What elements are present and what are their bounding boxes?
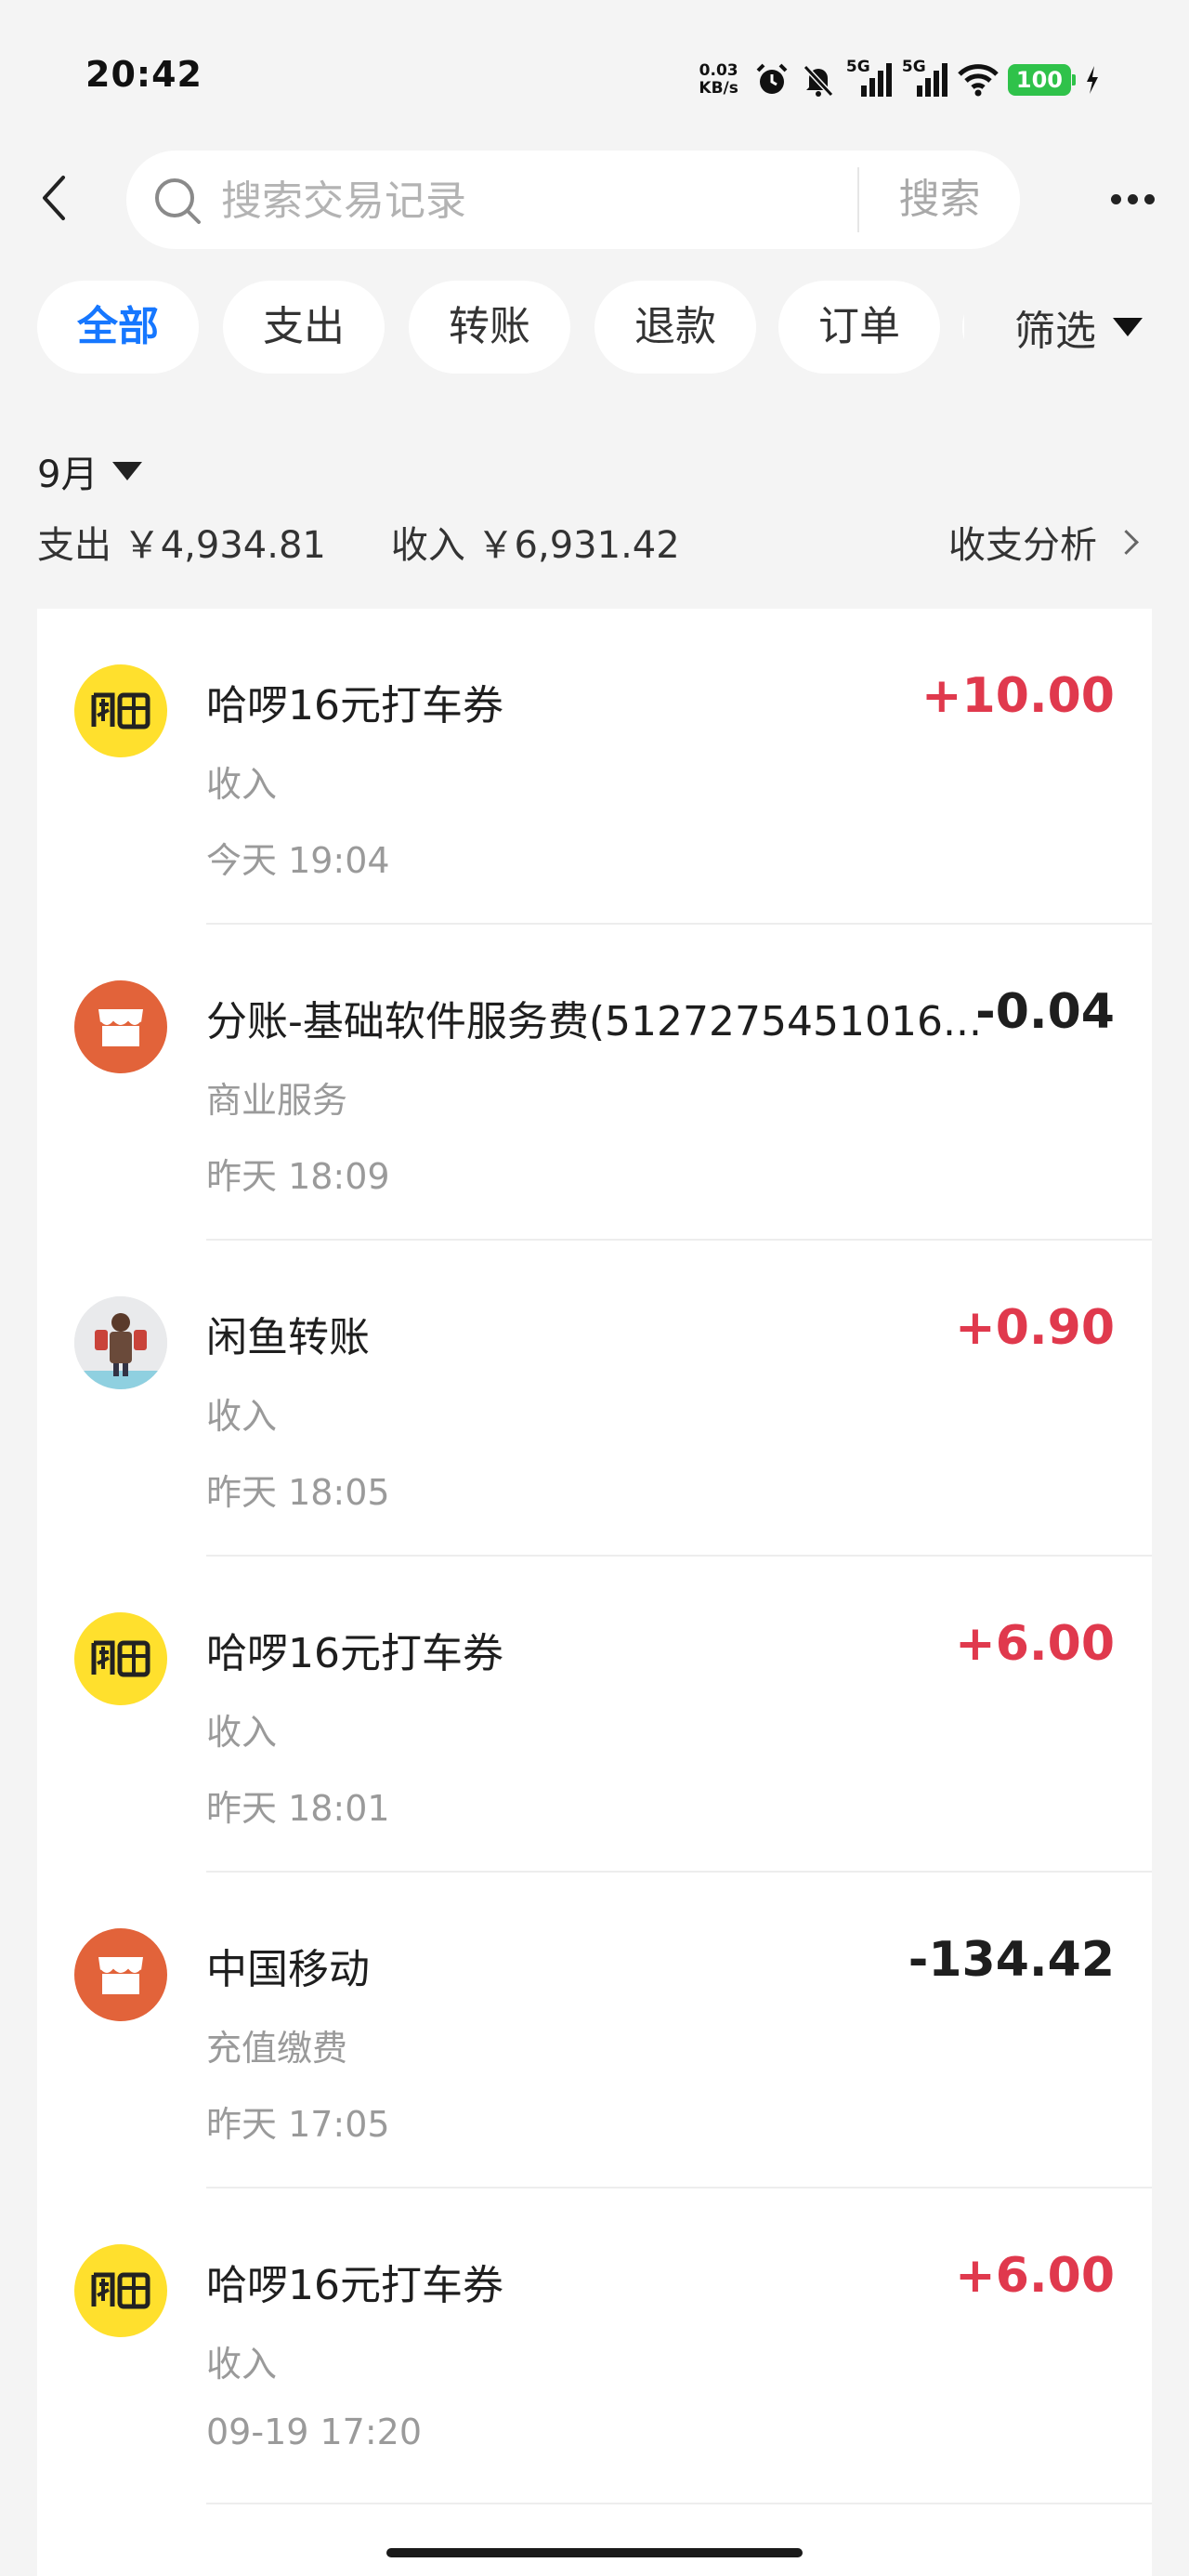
status-icons: 0.03 KB/s 5G 5G 100 xyxy=(699,58,1100,102)
transaction-title: 中国移动 xyxy=(206,1946,370,1993)
transaction-category: 收入 xyxy=(206,1396,278,1437)
more-icon xyxy=(1110,193,1121,204)
analysis-label: 收支分析 xyxy=(948,524,1097,567)
filter-tabs: 全部 支出 转账 退款 订单 筛选 xyxy=(0,281,1189,381)
signal-icon xyxy=(916,63,947,97)
tab-all[interactable]: 全部 xyxy=(37,281,199,374)
month-label: 9月 xyxy=(37,453,98,496)
xianyu-logo-icon xyxy=(74,1612,167,1705)
more-icon-dot xyxy=(1143,193,1155,204)
battery-icon: 100 xyxy=(1007,64,1076,96)
transaction-time: 昨天 18:09 xyxy=(206,1156,390,1197)
transaction-time: 昨天 18:01 xyxy=(206,1788,390,1829)
chevron-right-icon xyxy=(1114,529,1139,555)
signal-5g-1: 5G xyxy=(846,58,893,99)
transaction-category: 收入 xyxy=(206,1712,278,1753)
wifi-icon xyxy=(958,64,999,97)
status-time: 20:42 xyxy=(85,54,203,95)
xianyu-logo-icon xyxy=(74,2244,167,2337)
shop-icon xyxy=(74,1928,167,2021)
signal-5g-2: 5G xyxy=(902,58,948,99)
divider xyxy=(206,2503,1152,2504)
search-icon xyxy=(155,178,201,224)
transaction-amount: +6.00 xyxy=(955,2248,1115,2304)
status-bar: 20:42 0.03 KB/s 5G 5G 100 xyxy=(0,0,1189,139)
transaction-category: 充值缴费 xyxy=(206,2028,348,2069)
analysis-link[interactable]: 收支分析 xyxy=(948,515,1139,569)
network-speed-unit: KB/s xyxy=(699,79,738,98)
xianyu-logo-icon xyxy=(74,664,167,757)
transaction-time: 09-19 17:20 xyxy=(206,2412,423,2452)
transaction-list: 哈啰16元打车券 收入 今天 19:04 +10.00 分账-基础软件服务费(5… xyxy=(37,609,1152,2576)
battery-level: 100 xyxy=(1007,64,1071,96)
transaction-item[interactable]: 中国移动 充值缴费 昨天 17:05 -134.42 xyxy=(37,1873,1152,2188)
dropdown-triangle-icon xyxy=(1113,318,1143,336)
transaction-item[interactable]: 哈啰16元打车券 收入 昨天 18:01 +6.00 xyxy=(37,1557,1152,1873)
month-selector[interactable]: 9月 xyxy=(37,444,143,498)
signal-icon xyxy=(860,63,892,97)
network-speed: 0.03 KB/s xyxy=(699,62,738,98)
filter-button[interactable]: 筛选 xyxy=(966,281,1189,374)
transaction-title: 哈啰16元打车券 xyxy=(206,2262,503,2309)
home-indicator[interactable] xyxy=(386,2548,803,2557)
search-input[interactable] xyxy=(219,151,966,251)
transaction-title: 哈啰16元打车券 xyxy=(206,1630,503,1677)
transaction-amount: -134.42 xyxy=(908,1932,1115,1988)
tab-transfer[interactable]: 转账 xyxy=(409,281,570,374)
transaction-title: 分账-基础软件服务费(5127275451016... xyxy=(206,998,982,1045)
search-bar[interactable]: 搜索 xyxy=(126,151,1020,251)
transaction-time: 今天 19:04 xyxy=(206,840,390,881)
transaction-title: 闲鱼转账 xyxy=(206,1314,370,1361)
more-icon-dot xyxy=(1127,193,1138,204)
back-arrow-icon xyxy=(43,176,65,220)
transaction-item[interactable]: 分账-基础软件服务费(5127275451016... 商业服务 昨天 18:0… xyxy=(37,925,1152,1241)
filter-label: 筛选 xyxy=(1014,308,1096,355)
transaction-title: 哈啰16元打车券 xyxy=(206,682,503,729)
tab-expense[interactable]: 支出 xyxy=(223,281,385,374)
transaction-time: 昨天 17:05 xyxy=(206,2104,390,2145)
header: 搜索 xyxy=(0,149,1189,251)
dropdown-triangle-icon xyxy=(112,462,143,480)
expense-total: 支出 ￥4,934.81 xyxy=(37,524,326,567)
transaction-category: 商业服务 xyxy=(206,1080,348,1121)
charging-icon xyxy=(1087,66,1098,94)
transaction-amount: -0.04 xyxy=(975,984,1115,1040)
transaction-amount: +0.90 xyxy=(955,1300,1115,1356)
tab-order[interactable]: 订单 xyxy=(778,281,940,374)
tab-refund[interactable]: 退款 xyxy=(594,281,756,374)
income-total: 收入 ￥6,931.42 xyxy=(390,524,680,567)
search-button[interactable]: 搜索 xyxy=(859,151,1020,249)
transaction-item[interactable]: 哈啰16元打车券 收入 09-19 17:20 +6.00 xyxy=(37,2188,1152,2504)
month-totals: 支出 ￥4,934.81 收入 ￥6,931.42 xyxy=(37,515,680,569)
transaction-item[interactable]: 闲鱼转账 收入 昨天 18:05 +0.90 xyxy=(37,1241,1152,1557)
more-button[interactable] xyxy=(1100,171,1165,227)
back-button[interactable] xyxy=(26,169,84,227)
transaction-category: 收入 xyxy=(206,2344,278,2385)
transaction-category: 收入 xyxy=(206,764,278,805)
mute-icon xyxy=(803,64,834,98)
transaction-item[interactable]: 哈啰16元打车券 收入 今天 19:04 +10.00 xyxy=(37,609,1152,925)
network-speed-value: 0.03 xyxy=(699,61,738,80)
user-avatar xyxy=(74,1296,167,1389)
transaction-time: 昨天 18:05 xyxy=(206,1472,390,1513)
transaction-amount: +6.00 xyxy=(955,1616,1115,1672)
battery-tip xyxy=(1072,74,1076,85)
shop-icon xyxy=(74,980,167,1073)
transaction-amount: +10.00 xyxy=(921,668,1115,724)
alarm-icon xyxy=(756,63,788,94)
